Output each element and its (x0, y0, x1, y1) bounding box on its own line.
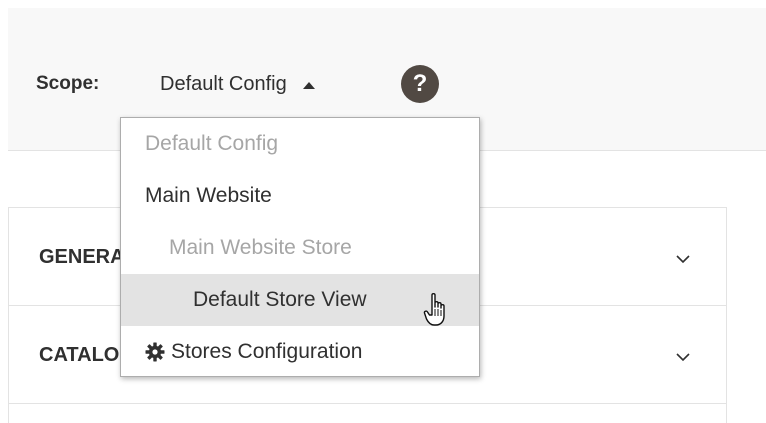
menu-item-main-website-store: Main Website Store (169, 236, 352, 259)
stores-configuration-label[interactable]: Stores Configuration (171, 340, 362, 364)
scope-switcher[interactable]: Default Config (160, 67, 315, 101)
stores-configuration-link[interactable]: Stores Configuration (121, 326, 479, 378)
scope-dropdown-menu: Default Config Main Website Main Website… (120, 117, 480, 377)
scope-label: Scope: (36, 73, 100, 94)
scope-current-value[interactable]: Default Config (160, 73, 287, 96)
help-icon[interactable]: ? (401, 65, 439, 103)
menu-item-default-config: Default Config (145, 132, 279, 155)
chevron-down-icon[interactable] (676, 350, 690, 364)
menu-item-default-store-view[interactable]: Default Store View (121, 274, 479, 326)
chevron-down-icon[interactable] (676, 252, 690, 266)
menu-item-main-website[interactable]: Main Website (121, 170, 479, 222)
gear-icon (145, 342, 165, 362)
caret-up-icon[interactable] (302, 81, 315, 89)
page: Scope: Default Config ? GENERAL CATALOG … (0, 0, 766, 423)
